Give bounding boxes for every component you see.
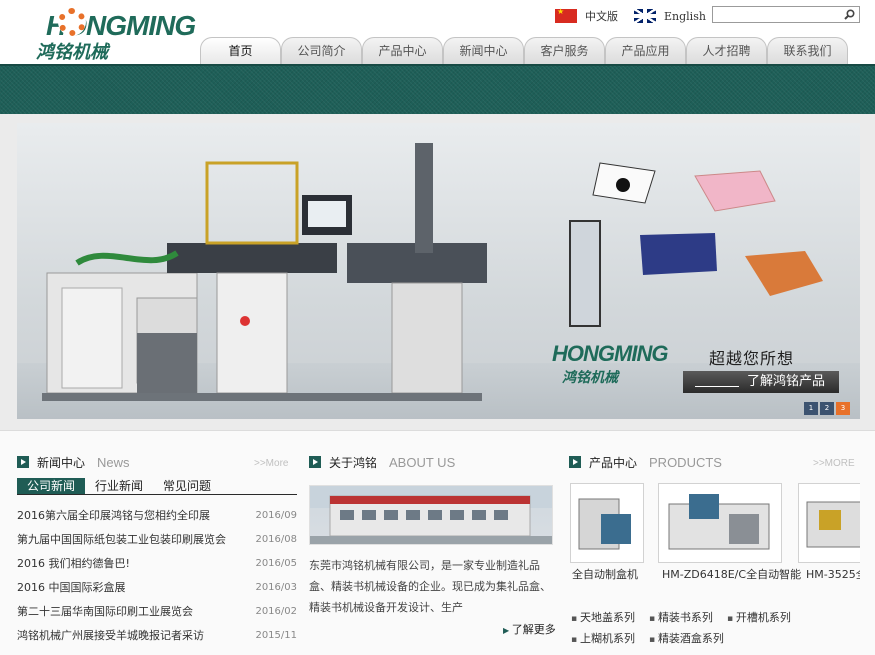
news-item-title[interactable]: 2016 我们相约德鲁巴!: [17, 555, 130, 571]
news-item-title[interactable]: 第九届中国国际纸包装工业包装印刷展览会: [17, 531, 226, 547]
banner-logo: HONGMING 鸿铭机械: [552, 341, 668, 387]
news-item[interactable]: 2016第六届全印展鸿铭与您相约全印展 2016/09: [17, 503, 297, 527]
product-card[interactable]: [798, 483, 860, 563]
lang-switch-cn[interactable]: 中文版: [555, 7, 618, 24]
news-list: 2016第六届全印展鸿铭与您相约全印展 2016/09 第九届中国国际纸包装工业…: [17, 503, 297, 647]
nav-tab-careers[interactable]: 人才招聘: [686, 37, 767, 64]
main-nav: 首页 公司简介 产品中心 新闻中心 客户服务 产品应用 人才招聘 联系我们: [200, 37, 848, 64]
nav-tab-home[interactable]: 首页: [200, 37, 281, 64]
logo-text-cn: 鸿铭机械: [36, 42, 108, 63]
news-item[interactable]: 2016 我们相约德鲁巴! 2016/05: [17, 551, 297, 575]
news-item-title[interactable]: 第二十三届华南国际印刷工业展览会: [17, 603, 193, 619]
about-section-header: 关于鸿铭 ABOUT US: [309, 453, 455, 471]
hero-banner[interactable]: HONGMING 鸿铭机械 超越您所想 了解鸿铭产品 1 2 3: [17, 123, 860, 419]
pager-dot-1[interactable]: 1: [804, 402, 818, 415]
nav-tab-service[interactable]: 客户服务: [524, 37, 605, 64]
section-arrow-icon: [17, 456, 29, 468]
series-link[interactable]: 天地盖系列: [571, 607, 635, 628]
series-link[interactable]: 上糊机系列: [571, 628, 635, 649]
content-area: 新闻中心 News >>More 公司新闻 行业新闻 常见问题 2016第六届全…: [0, 430, 875, 655]
news-item-title[interactable]: 鸿铭机械广州展接受羊城晚报记者采访: [17, 627, 204, 643]
lang-cn-label: 中文版: [585, 10, 618, 23]
product-image: [806, 501, 860, 548]
lang-switch-en[interactable]: English: [634, 8, 706, 24]
section-arrow-icon: [309, 456, 321, 468]
news-item-date: 2016/09: [255, 509, 297, 521]
nav-tab-products[interactable]: 产品中心: [362, 37, 443, 64]
news-item-title[interactable]: 2016 中国国际彩盒展: [17, 579, 126, 595]
uk-flag-icon: [634, 9, 656, 23]
products-section-header: 产品中心 PRODUCTS: [569, 453, 722, 471]
gear-icon: [58, 8, 86, 36]
banner-logo-text-en: HONGMING: [552, 341, 668, 366]
series-link[interactable]: 精装酒盒系列: [649, 628, 724, 649]
banner-pager: 1 2 3: [804, 402, 850, 415]
tab-company-news[interactable]: 公司新闻: [17, 478, 86, 494]
pager-dot-2[interactable]: 2: [820, 402, 834, 415]
about-more-link[interactable]: 了解更多: [503, 621, 556, 637]
product-card[interactable]: [570, 483, 644, 563]
product-label[interactable]: HM-3525全自: [806, 566, 860, 582]
nav-tab-about[interactable]: 公司简介: [281, 37, 362, 64]
news-tabs: 公司新闻 行业新闻 常见问题: [17, 478, 297, 495]
product-label[interactable]: 全自动制盒机: [572, 566, 638, 582]
gift-boxes-image: [569, 162, 823, 327]
news-more-link[interactable]: >>More: [254, 458, 288, 469]
about-title-cn: 关于鸿铭: [329, 455, 378, 470]
product-series-links: 天地盖系列 精装书系列 开槽机系列 上糊机系列 精装酒盒系列: [571, 607, 861, 649]
banner-logo-text-cn: 鸿铭机械: [562, 370, 618, 386]
news-item[interactable]: 鸿铭机械广州展接受羊城晚报记者采访 2015/11: [17, 623, 297, 647]
section-arrow-icon: [569, 456, 581, 468]
tab-faq[interactable]: 常见问题: [153, 478, 221, 494]
lang-en-label: English: [664, 9, 706, 23]
news-item-title[interactable]: 2016第六届全印展鸿铭与您相约全印展: [17, 507, 210, 523]
factory-building-image: [310, 486, 552, 544]
series-link[interactable]: 精装书系列: [649, 607, 713, 628]
about-title-en: ABOUT US: [389, 454, 456, 470]
news-item-date: 2016/02: [255, 605, 297, 617]
pager-dot-3[interactable]: 3: [836, 402, 850, 415]
news-item-date: 2016/05: [255, 557, 297, 569]
search-input[interactable]: [713, 11, 837, 27]
nav-tab-news[interactable]: 新闻中心: [443, 37, 524, 64]
products-more-link[interactable]: >>MORE: [813, 458, 855, 469]
news-item[interactable]: 2016 中国国际彩盒展 2016/03: [17, 575, 297, 599]
learn-products-button[interactable]: 了解鸿铭产品: [683, 371, 839, 393]
header: HONGMING 鸿铭机械 中文版 English 首页 公司简介 产品中心 新…: [0, 0, 875, 64]
china-flag-icon: [555, 7, 577, 23]
news-section-header: 新闻中心 News: [17, 453, 130, 471]
site-logo[interactable]: HONGMING 鸿铭机械: [20, 8, 196, 63]
news-item-date: 2016/03: [255, 581, 297, 593]
product-image: [668, 494, 770, 550]
news-item[interactable]: 第九届中国国际纸包装工业包装印刷展览会 2016/08: [17, 527, 297, 551]
news-item[interactable]: 第二十三届华南国际印刷工业展览会 2016/02: [17, 599, 297, 623]
decorative-band: [0, 64, 875, 114]
series-link[interactable]: 开槽机系列: [727, 607, 791, 628]
about-text: 东莞市鸿铭机械有限公司，是一家专业制造礼品盒、精装书机械设备的企业。现已成为集礼…: [309, 559, 551, 614]
news-title-en: News: [97, 454, 130, 470]
search-icon[interactable]: [844, 9, 855, 20]
product-image: [578, 498, 631, 550]
news-item-date: 2016/08: [255, 533, 297, 545]
news-item-date: 2015/11: [255, 629, 297, 641]
product-label[interactable]: HM-ZD6418E/C全自动智能: [662, 566, 801, 582]
factory-image[interactable]: [309, 485, 553, 545]
banner-tagline: 超越您所想: [709, 349, 795, 368]
product-card[interactable]: [658, 483, 782, 563]
nav-tab-applications[interactable]: 产品应用: [605, 37, 686, 64]
news-title-cn: 新闻中心: [37, 455, 86, 470]
products-title-en: PRODUCTS: [649, 454, 722, 470]
search-box: [712, 6, 860, 27]
banner-area: HONGMING 鸿铭机械 超越您所想 了解鸿铭产品 1 2 3: [0, 114, 875, 430]
nav-tab-contact[interactable]: 联系我们: [767, 37, 848, 64]
tab-industry-news[interactable]: 行业新闻: [85, 478, 153, 494]
packaging-machine-image: [42, 143, 487, 401]
products-title-cn: 产品中心: [589, 455, 638, 470]
page: HONGMING 鸿铭机械 中文版 English 首页 公司简介 产品中心 新…: [0, 0, 875, 655]
